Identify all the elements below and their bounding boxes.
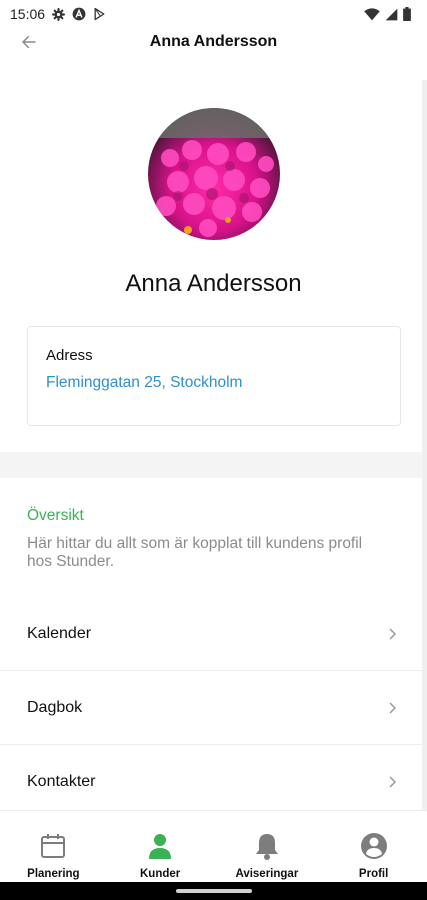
profile-name: Anna Andersson (125, 270, 302, 297)
arrow-back-icon (22, 35, 36, 49)
settings-icon (52, 7, 66, 21)
nav-label: Planering (27, 868, 80, 880)
chevron-right-icon (389, 775, 397, 788)
list-item-kontakter[interactable]: Kontakter (0, 745, 422, 819)
list-item-label: Kontakter (27, 772, 96, 790)
chevron-right-icon (389, 701, 397, 714)
list-item-label: Kalender (27, 624, 92, 642)
section-divider (0, 452, 422, 478)
status-right (364, 7, 411, 21)
app-bar: Anna Andersson (0, 28, 427, 56)
page-title: Anna Andersson (149, 33, 278, 50)
nav-item-profil[interactable]: Profil (320, 811, 427, 882)
gesture-bar (0, 882, 427, 900)
list-item-label: Dagbok (27, 698, 83, 716)
list-item-dagbok[interactable]: Dagbok (0, 671, 422, 745)
home-gesture-handle[interactable] (176, 889, 252, 893)
nav-label: Profil (358, 868, 389, 880)
overview-title: Översikt (27, 507, 84, 524)
signal-icon (385, 8, 398, 20)
status-time: 15:06 (10, 6, 46, 22)
wifi-icon (364, 7, 380, 20)
address-card: Adress Fleminggatan 25, Stockholm (27, 326, 401, 426)
avatar (148, 108, 280, 240)
person-icon (149, 834, 172, 859)
nav-item-kunder[interactable]: Kunder (107, 811, 214, 882)
nav-item-planering[interactable]: Planering (0, 811, 107, 882)
battery-icon (403, 7, 411, 21)
back-button[interactable] (18, 31, 40, 53)
bottom-nav: Planering Kunder Aviseringar Profil (0, 810, 427, 882)
a-badge-icon (72, 7, 86, 21)
address-link[interactable]: Fleminggatan 25, Stockholm (46, 374, 382, 392)
overview-description: Här hittar du allt som är kopplat till k… (27, 535, 363, 570)
avatar-photo (148, 108, 280, 240)
bell-icon (255, 834, 278, 860)
list-item-kalender[interactable]: Kalender (0, 597, 422, 671)
status-left: 15:06 (10, 6, 106, 22)
nav-item-aviseringar[interactable]: Aviseringar (214, 811, 321, 882)
status-bar: 15:06 (0, 0, 427, 28)
address-label: Adress (46, 347, 93, 364)
play-store-icon (94, 7, 105, 21)
chevron-right-icon (389, 627, 397, 640)
account-circle-icon (360, 833, 387, 859)
nav-label: Kunder (140, 868, 181, 880)
calendar-icon (41, 834, 66, 858)
nav-label: Aviseringar (235, 868, 299, 880)
scroll-edge (422, 80, 427, 810)
